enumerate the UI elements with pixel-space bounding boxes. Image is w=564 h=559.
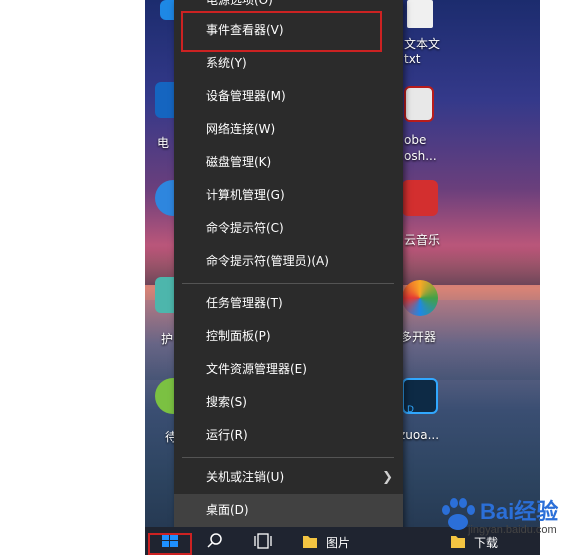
menu-item-power-options[interactable]: 电源选项(O): [206, 0, 273, 8]
menu-separator: [182, 457, 394, 458]
menu-item-label: 任务管理器(T): [206, 296, 283, 310]
desktop-label: osh...: [404, 149, 437, 163]
baidu-jingyan-watermark: Bai经验 jingyan.baidu.com: [432, 492, 558, 544]
task-view-button[interactable]: [248, 527, 278, 555]
task-view-icon: [254, 533, 272, 549]
menu-item-label: 文件资源管理器(E): [206, 362, 307, 376]
text-file-icon[interactable]: [407, 0, 433, 28]
taskbar-item-label: 图片: [326, 536, 351, 550]
desktop-label: D: [407, 405, 414, 415]
desktop-label: 护: [161, 332, 174, 346]
chevron-right-icon: ❯: [382, 470, 393, 485]
desktop-label: 多开器: [400, 330, 437, 344]
menu-item-run[interactable]: 运行(R): [174, 419, 403, 452]
menu-item-label: 桌面(D): [206, 503, 249, 517]
search-button[interactable]: [200, 527, 230, 555]
acrobat-icon[interactable]: [404, 86, 434, 122]
menu-item-label: 搜索(S): [206, 395, 247, 409]
menu-item-desktop[interactable]: 桌面(D): [174, 494, 403, 527]
desktop-label: obe: [404, 133, 427, 147]
taskbar-item-pictures[interactable]: 图片: [302, 527, 382, 555]
menu-item-label: 命令提示符(管理员)(A): [206, 254, 329, 268]
menu-item-shutdown-signout[interactable]: 关机或注销(U) ❯: [174, 461, 403, 494]
winx-context-menu: 电源选项(O) 事件查看器(V) 系统(Y) 设备管理器(M) 网络连接(W) …: [174, 0, 403, 534]
watermark-url: jingyan.baidu.com: [468, 524, 557, 536]
search-icon: [207, 533, 222, 548]
menu-item-label: 网络连接(W): [206, 122, 276, 136]
desktop-label: 云音乐: [404, 233, 441, 247]
menu-item-label: 控制面板(P): [206, 329, 271, 343]
menu-item-device-manager[interactable]: 设备管理器(M): [174, 80, 403, 113]
netease-music-icon[interactable]: [402, 180, 438, 216]
menu-item-label: 命令提示符(C): [206, 221, 284, 235]
menu-item-label: 计算机管理(G): [206, 188, 285, 202]
menu-item-label: 设备管理器(M): [206, 89, 286, 103]
menu-item-task-manager[interactable]: 任务管理器(T): [174, 287, 403, 320]
menu-item-computer-management[interactable]: 计算机管理(G): [174, 179, 403, 212]
menu-item-control-panel[interactable]: 控制面板(P): [174, 320, 403, 353]
menu-item-command-prompt[interactable]: 命令提示符(C): [174, 212, 403, 245]
menu-item-label: 运行(R): [206, 428, 248, 442]
menu-item-label: 系统(Y): [206, 56, 247, 70]
watermark-brand: Bai经验: [480, 499, 559, 524]
menu-item-file-explorer[interactable]: 文件资源管理器(E): [174, 353, 403, 386]
desktop-label: 电: [157, 136, 170, 150]
menu-item-label: 磁盘管理(K): [206, 155, 272, 169]
multi-open-app-icon[interactable]: [402, 280, 438, 316]
menu-item-label: 关机或注销(U): [206, 470, 285, 484]
desktop-label: zuoa...: [399, 428, 440, 442]
annotation-start-highlight: [148, 533, 192, 555]
menu-separator: [182, 283, 394, 284]
menu-item-disk-management[interactable]: 磁盘管理(K): [174, 146, 403, 179]
menu-item-network-connections[interactable]: 网络连接(W): [174, 113, 403, 146]
desktop-label: 文本文: [404, 37, 441, 51]
menu-item-search[interactable]: 搜索(S): [174, 386, 403, 419]
desktop-label: txt: [404, 52, 421, 66]
annotation-highlight-box: [181, 11, 382, 52]
folder-icon: [303, 536, 317, 548]
menu-item-command-prompt-admin[interactable]: 命令提示符(管理员)(A): [174, 245, 403, 278]
